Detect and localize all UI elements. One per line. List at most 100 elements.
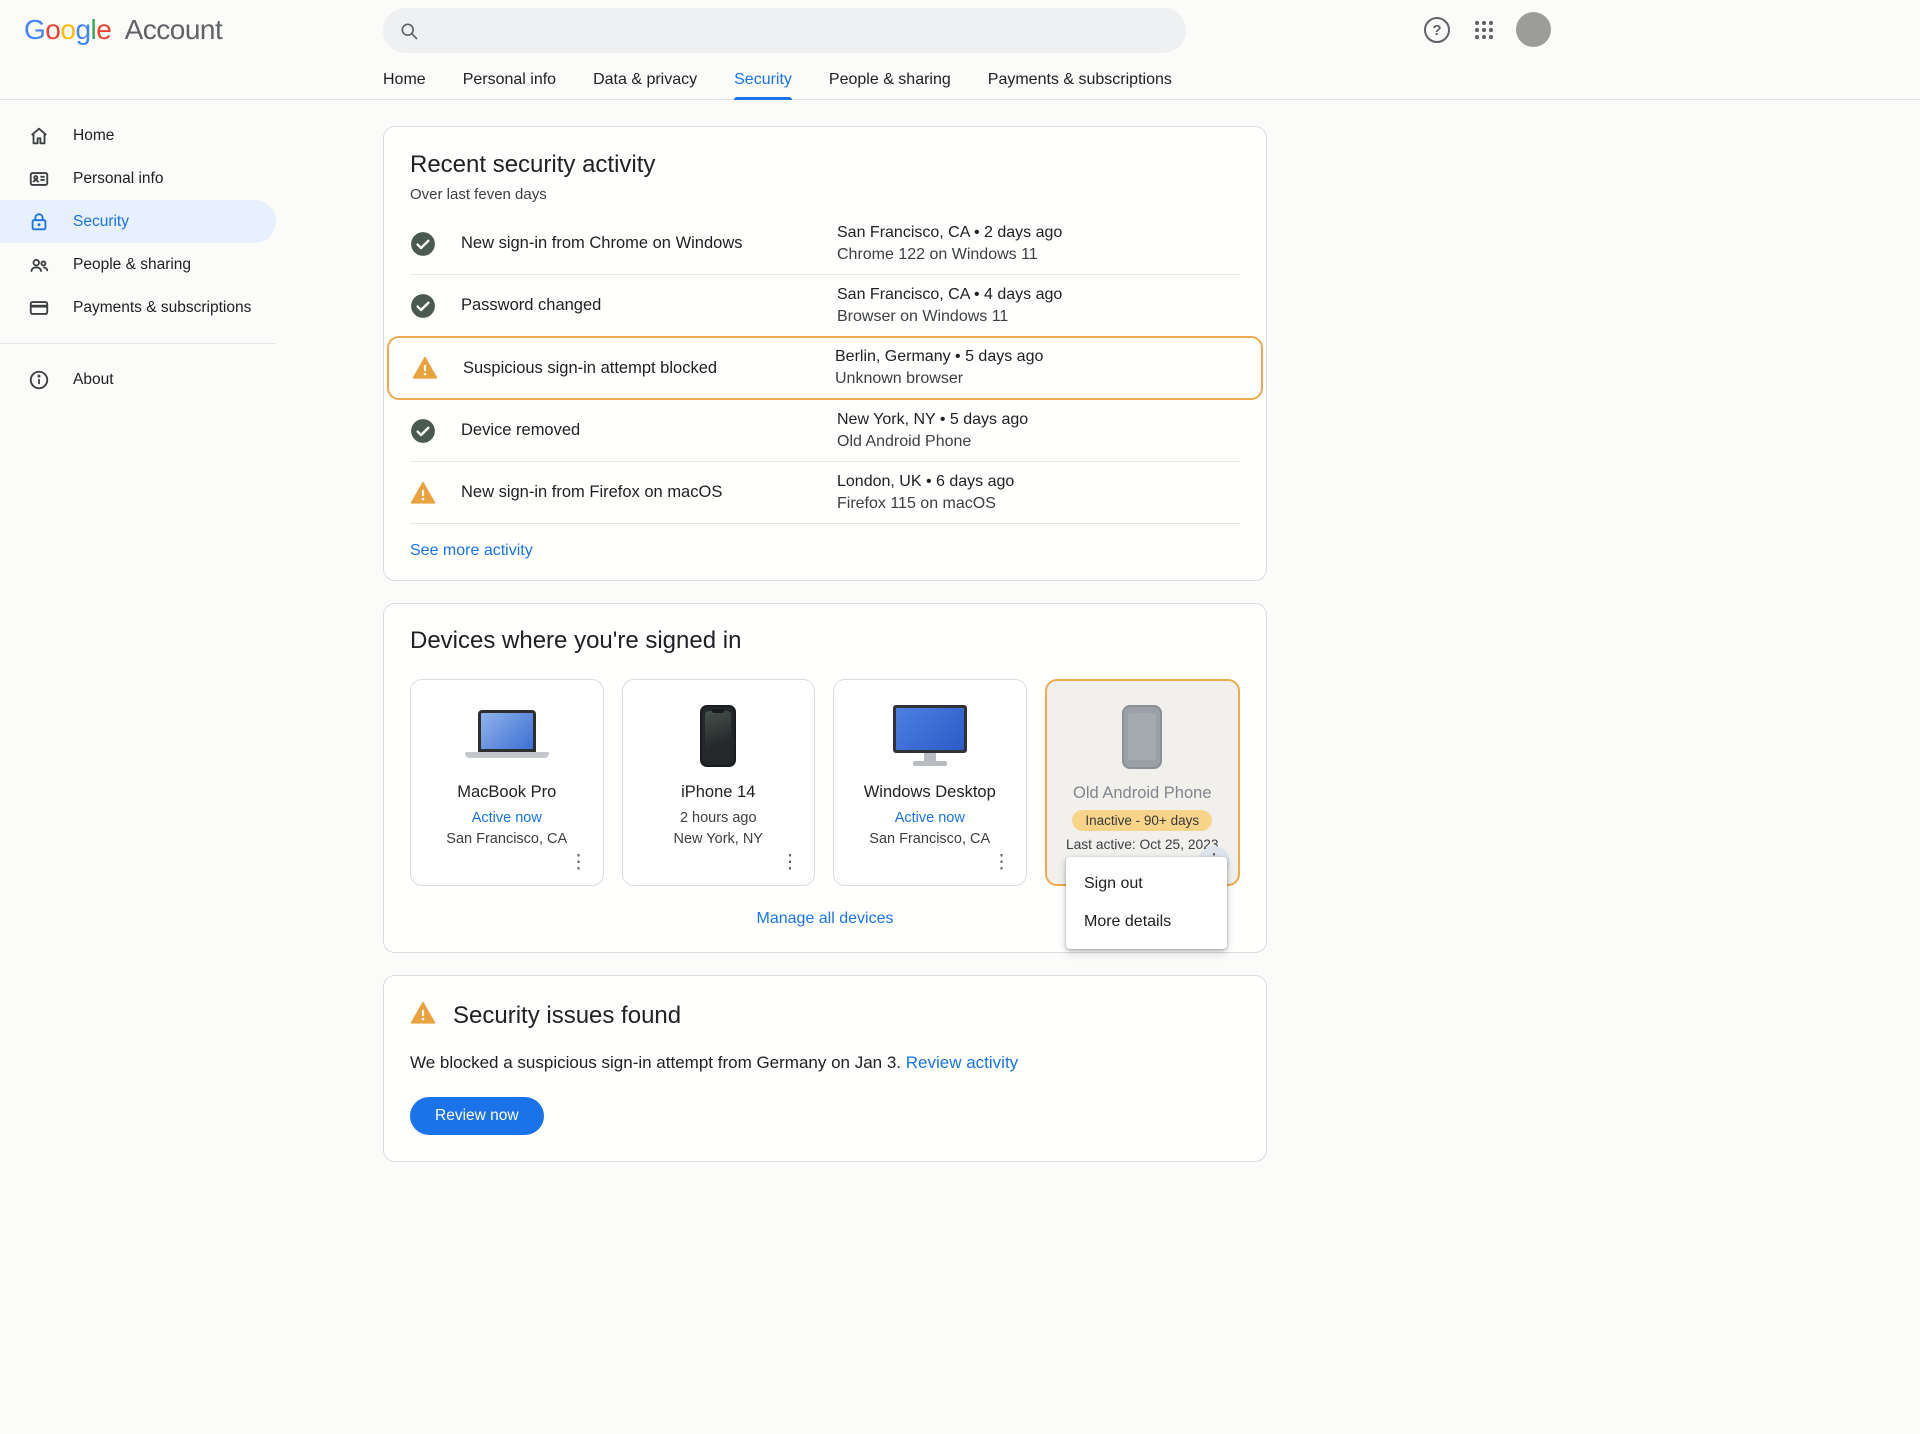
activity-meta-device: Chrome 122 on Windows 11 xyxy=(837,244,1240,266)
sidebar-item-label: Home xyxy=(73,127,114,145)
sidebar-item-personal-info[interactable]: Personal info xyxy=(0,157,276,200)
recent-security-activity-card: Recent security activity Over last feven… xyxy=(383,126,1267,581)
device-card-macbook-pro[interactable]: MacBook Pro Active now San Francisco, CA… xyxy=(410,679,604,886)
inactive-badge: Inactive - 90+ days xyxy=(1072,810,1212,831)
tab-people-sharing[interactable]: People & sharing xyxy=(829,60,951,100)
activity-meta-device: Old Android Phone xyxy=(837,431,1240,453)
check-circle-icon xyxy=(410,293,436,319)
activity-row-meta: Berlin, Germany • 5 days ago Unknown bro… xyxy=(835,346,1238,390)
activity-row: Device removed New York, NY • 5 days ago… xyxy=(384,400,1266,461)
top-nav-tabs: Home Personal info Data & privacy Securi… xyxy=(383,60,1172,100)
help-button[interactable]: ? xyxy=(1421,14,1453,46)
logo-letter: g xyxy=(75,14,90,45)
activity-row-meta: London, UK • 6 days ago Firefox 115 on m… xyxy=(837,471,1240,515)
device-status: Active now xyxy=(834,810,1026,826)
device-context-menu: Sign out More details xyxy=(1066,857,1227,949)
desktop-monitor-icon xyxy=(834,701,1026,771)
android-phone-icon xyxy=(1047,702,1239,772)
review-activity-link[interactable]: Review activity xyxy=(906,1053,1018,1072)
activity-card-title: Recent security activity xyxy=(410,151,1240,179)
sidebar-divider xyxy=(0,343,276,344)
lock-icon xyxy=(27,210,51,234)
menu-item-sign-out[interactable]: Sign out xyxy=(1066,865,1227,903)
info-icon xyxy=(27,368,51,392)
warning-triangle-icon xyxy=(412,355,438,381)
apps-grid-button[interactable] xyxy=(1468,14,1500,46)
activity-rows: New sign-in from Chrome on Windows San F… xyxy=(384,213,1266,524)
menu-item-more-details[interactable]: More details xyxy=(1066,903,1227,941)
device-card-iphone-14[interactable]: iPhone 14 2 hours ago New York, NY ⋮ xyxy=(622,679,816,886)
sidebar-item-payments-subscriptions[interactable]: Payments & subscriptions xyxy=(0,286,276,329)
activity-row-meta: San Francisco, CA • 2 days ago Chrome 12… xyxy=(837,222,1240,266)
sidebar: Home Personal info Security People & sha… xyxy=(0,114,280,401)
logo-account-text: Account xyxy=(125,14,223,45)
sidebar-item-label: Personal info xyxy=(73,170,163,188)
device-kebab-menu-icon[interactable]: ⋮ xyxy=(986,847,1018,879)
device-location: New York, NY xyxy=(623,831,815,847)
sidebar-item-label: People & sharing xyxy=(73,256,191,274)
sidebar-item-people-sharing[interactable]: People & sharing xyxy=(0,243,276,286)
help-icon: ? xyxy=(1424,17,1450,43)
activity-row-meta: San Francisco, CA • 4 days ago Browser o… xyxy=(837,284,1240,328)
sidebar-item-security[interactable]: Security xyxy=(0,200,276,243)
activity-card-subtitle: Over last feven days xyxy=(410,186,1240,203)
row-divider xyxy=(410,523,1240,524)
logo-letter: G xyxy=(24,14,45,45)
device-kebab-menu-icon[interactable]: ⋮ xyxy=(774,847,806,879)
activity-row-label: New sign-in from Firefox on macOS xyxy=(461,483,837,502)
activity-meta-location: London, UK • 6 days ago xyxy=(837,471,1240,493)
search-input[interactable] xyxy=(431,22,1170,40)
activity-meta-device: Firefox 115 on macOS xyxy=(837,493,1240,515)
device-location: San Francisco, CA xyxy=(834,831,1026,847)
check-circle-icon xyxy=(410,418,436,444)
apps-grid-icon xyxy=(1475,21,1493,39)
device-card-windows-desktop[interactable]: Windows Desktop Active now San Francisco… xyxy=(833,679,1027,886)
issues-card-title: Security issues found xyxy=(453,1002,681,1030)
device-card-old-android-phone[interactable]: Old Android Phone Inactive - 90+ days La… xyxy=(1045,679,1241,886)
tab-data-privacy[interactable]: Data & privacy xyxy=(593,60,697,100)
warning-triangle-icon xyxy=(410,1000,436,1031)
device-status: Active now xyxy=(411,810,603,826)
activity-row-meta: New York, NY • 5 days ago Old Android Ph… xyxy=(837,409,1240,453)
activity-meta-device: Browser on Windows 11 xyxy=(837,306,1240,328)
sidebar-item-about[interactable]: About xyxy=(0,358,276,401)
activity-row: New sign-in from Chrome on Windows San F… xyxy=(384,213,1266,274)
activity-meta-location: Berlin, Germany • 5 days ago xyxy=(835,346,1238,368)
device-name: iPhone 14 xyxy=(623,783,815,802)
activity-row-label: Device removed xyxy=(461,421,837,440)
security-issues-card: Security issues found We blocked a suspi… xyxy=(383,975,1267,1162)
sidebar-item-label: Security xyxy=(73,213,129,231)
google-account-logo[interactable]: Google Account xyxy=(24,14,222,46)
activity-row: New sign-in from Firefox on macOS London… xyxy=(384,462,1266,523)
see-more-activity-link[interactable]: See more activity xyxy=(410,542,533,560)
laptop-icon xyxy=(411,701,603,771)
sidebar-item-home[interactable]: Home xyxy=(0,114,276,157)
account-avatar[interactable] xyxy=(1516,12,1551,47)
device-name: Windows Desktop xyxy=(834,783,1026,802)
device-grid: MacBook Pro Active now San Francisco, CA… xyxy=(410,679,1240,886)
device-kebab-menu-icon[interactable]: ⋮ xyxy=(563,847,595,879)
tab-security[interactable]: Security xyxy=(734,60,792,100)
google-wordmark: Google xyxy=(24,14,111,45)
activity-meta-location: San Francisco, CA • 2 days ago xyxy=(837,222,1240,244)
home-icon xyxy=(27,124,51,148)
manage-all-devices-link[interactable]: Manage all devices xyxy=(757,910,894,927)
issues-body-text: We blocked a suspicious sign-in attempt … xyxy=(410,1053,901,1072)
id-card-icon xyxy=(27,167,51,191)
devices-card-title: Devices where you're signed in xyxy=(410,627,1240,655)
warning-triangle-icon xyxy=(410,480,436,506)
device-location: San Francisco, CA xyxy=(411,831,603,847)
sidebar-item-label: Payments & subscriptions xyxy=(73,299,251,317)
tab-personal-info[interactable]: Personal info xyxy=(463,60,556,100)
tab-payments-subscriptions[interactable]: Payments & subscriptions xyxy=(988,60,1172,100)
device-name: MacBook Pro xyxy=(411,783,603,802)
logo-letter: o xyxy=(45,14,60,45)
activity-meta-location: New York, NY • 5 days ago xyxy=(837,409,1240,431)
google-account-security-page: Google Account ? Home Personal info Data… xyxy=(0,0,1920,1434)
main-content: Recent security activity Over last feven… xyxy=(383,126,1267,1184)
review-now-button[interactable]: Review now xyxy=(410,1097,544,1135)
tab-home[interactable]: Home xyxy=(383,60,426,100)
search-bar[interactable] xyxy=(383,8,1186,53)
credit-card-icon xyxy=(27,296,51,320)
logo-letter: o xyxy=(60,14,75,45)
